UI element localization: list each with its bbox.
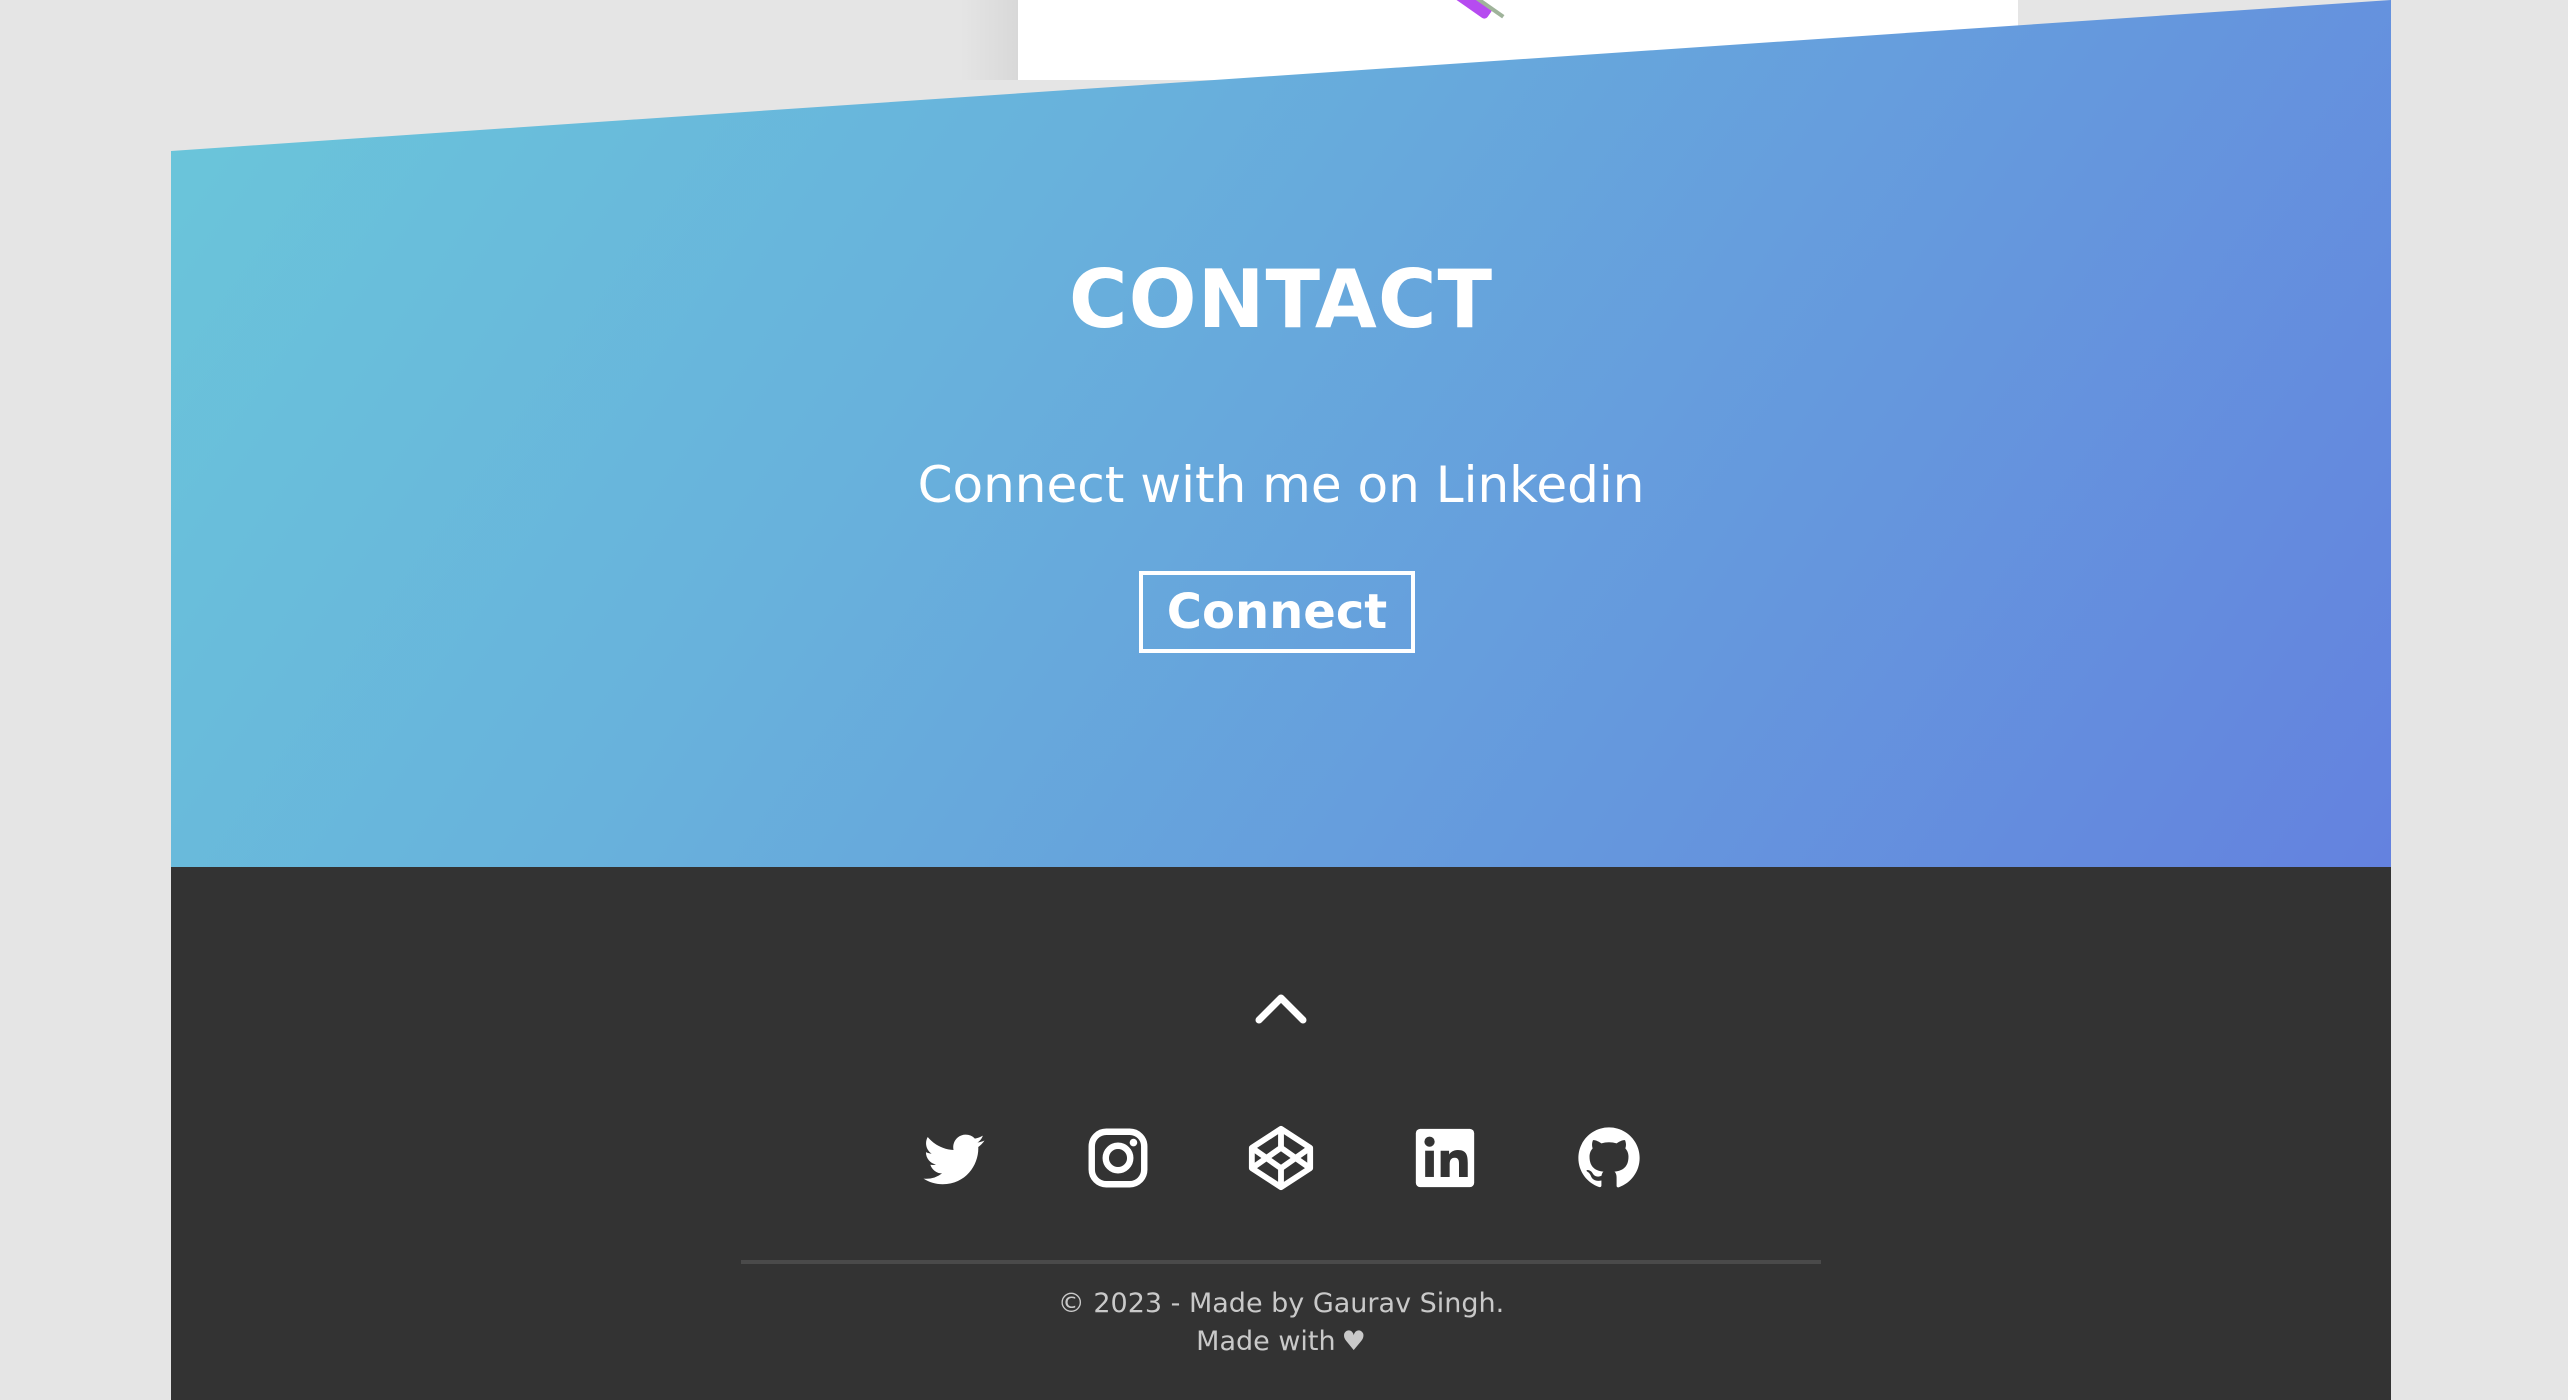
instagram-icon[interactable] <box>1083 1123 1153 1193</box>
chevron-up-icon[interactable] <box>1251 988 1311 1028</box>
made-with-text: Made with <box>1196 1326 1336 1357</box>
page: CONTACT Connect with me on Linkedin Conn… <box>0 0 2568 1400</box>
copyright-text: © 2023 - Made by Gaurav Singh. <box>1057 1288 1505 1319</box>
connect-button[interactable]: Connect <box>1139 571 1415 653</box>
project-card-shadow <box>960 0 1020 80</box>
contact-subtitle: Connect with me on Linkedin <box>917 456 1645 514</box>
twitter-icon[interactable] <box>919 1123 989 1193</box>
github-icon[interactable] <box>1574 1123 1644 1193</box>
footer: © 2023 - Made by Gaurav Singh. Made with… <box>171 867 2391 1400</box>
contact-section: CONTACT Connect with me on Linkedin Conn… <box>171 0 2391 867</box>
made-with-line: Made with ♥ <box>171 1323 2391 1361</box>
social-links <box>171 1123 2391 1203</box>
heart-icon: ♥ <box>1341 1326 1366 1357</box>
linkedin-icon[interactable] <box>1410 1123 1480 1193</box>
contact-title: CONTACT <box>1068 253 1494 346</box>
codepen-icon[interactable] <box>1246 1123 1316 1193</box>
footer-divider <box>741 1260 1821 1264</box>
